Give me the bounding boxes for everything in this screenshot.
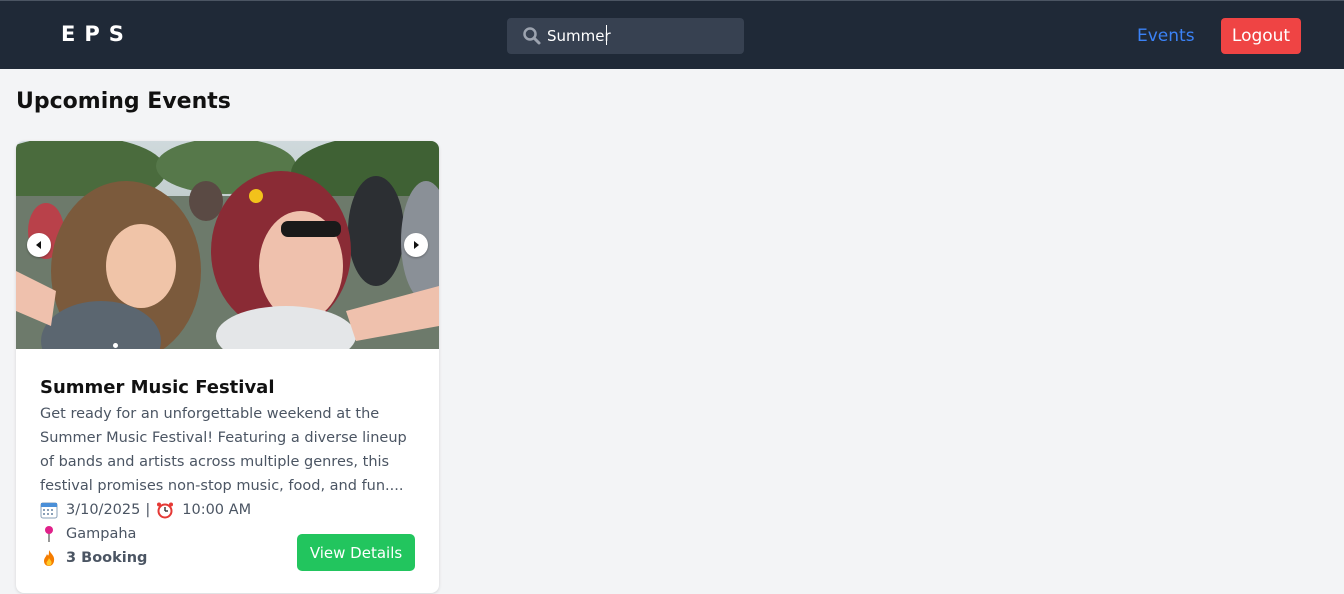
text-cursor xyxy=(606,25,607,45)
search-box[interactable] xyxy=(507,18,744,54)
event-description: Get ready for an unforgettable weekend a… xyxy=(40,406,407,494)
carousel-prev-button[interactable] xyxy=(27,233,51,257)
view-details-button[interactable]: View Details xyxy=(297,534,415,571)
calendar-icon xyxy=(40,501,58,519)
chevron-right-icon xyxy=(414,241,419,249)
logout-button[interactable]: Logout xyxy=(1221,18,1301,54)
event-photo xyxy=(16,141,439,349)
event-date: 3/10/2025 xyxy=(66,502,141,518)
event-datetime: 3/10/2025 | 10:00 AM xyxy=(40,498,420,522)
logo[interactable]: EPS xyxy=(61,22,133,46)
top-navbar: EPS Events Logout xyxy=(0,0,1344,69)
alarm-clock-icon xyxy=(156,501,174,519)
search-input[interactable] xyxy=(547,18,737,54)
carousel-indicator[interactable] xyxy=(113,343,118,348)
separator: | xyxy=(145,502,151,518)
chevron-left-icon xyxy=(36,241,41,249)
event-location: Gampaha xyxy=(66,526,137,542)
event-time: 10:00 AM xyxy=(182,502,252,518)
location-pin-icon xyxy=(40,525,58,543)
page-title: Upcoming Events xyxy=(16,89,231,114)
search-icon xyxy=(522,26,542,46)
fire-icon xyxy=(40,549,58,567)
event-title: Summer Music Festival xyxy=(40,377,275,398)
carousel-next-button[interactable] xyxy=(404,233,428,257)
nav-link-events[interactable]: Events xyxy=(1137,26,1195,46)
event-image-carousel xyxy=(16,141,439,349)
event-booking-count: 3 Booking xyxy=(66,550,148,566)
event-card: Summer Music Festival Get ready for an u… xyxy=(16,141,439,593)
